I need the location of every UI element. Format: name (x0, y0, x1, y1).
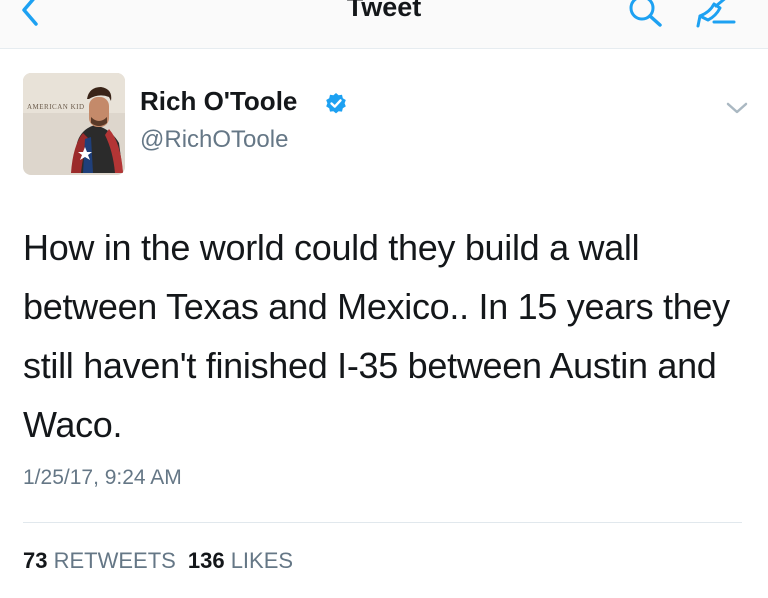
search-icon (629, 0, 662, 27)
likes-stat[interactable]: 136 LIKES (188, 548, 293, 573)
verified-badge-icon (326, 93, 346, 114)
compose-button[interactable] (694, 0, 740, 34)
author-handle[interactable]: @RichOToole (140, 126, 288, 154)
avatar[interactable]: AMERICAN KID (23, 73, 125, 175)
navbar: Tweet (0, 0, 768, 49)
tweet-text: How in the world could they build a wall… (23, 227, 730, 445)
retweets-stat[interactable]: 73 RETWEETS (23, 548, 176, 573)
search-button[interactable] (626, 0, 668, 34)
chevron-down-icon (726, 102, 748, 114)
tweet-timestamp: 1/25/17, 9:24 AM (23, 466, 182, 489)
compose-icon (696, 0, 736, 28)
avatar-caption: AMERICAN KID (27, 103, 85, 111)
divider (23, 522, 742, 523)
avatar-image (23, 73, 125, 175)
likes-count: 136 (187, 548, 225, 573)
more-options-button[interactable] (722, 96, 752, 120)
likes-label: LIKES (230, 548, 294, 573)
retweets-label: RETWEETS (53, 548, 176, 573)
author-display-name[interactable]: Rich O'Toole (140, 86, 297, 117)
tweet-stats: 73 RETWEETS 136 LIKES (23, 548, 293, 574)
retweets-count: 73 (23, 548, 48, 573)
